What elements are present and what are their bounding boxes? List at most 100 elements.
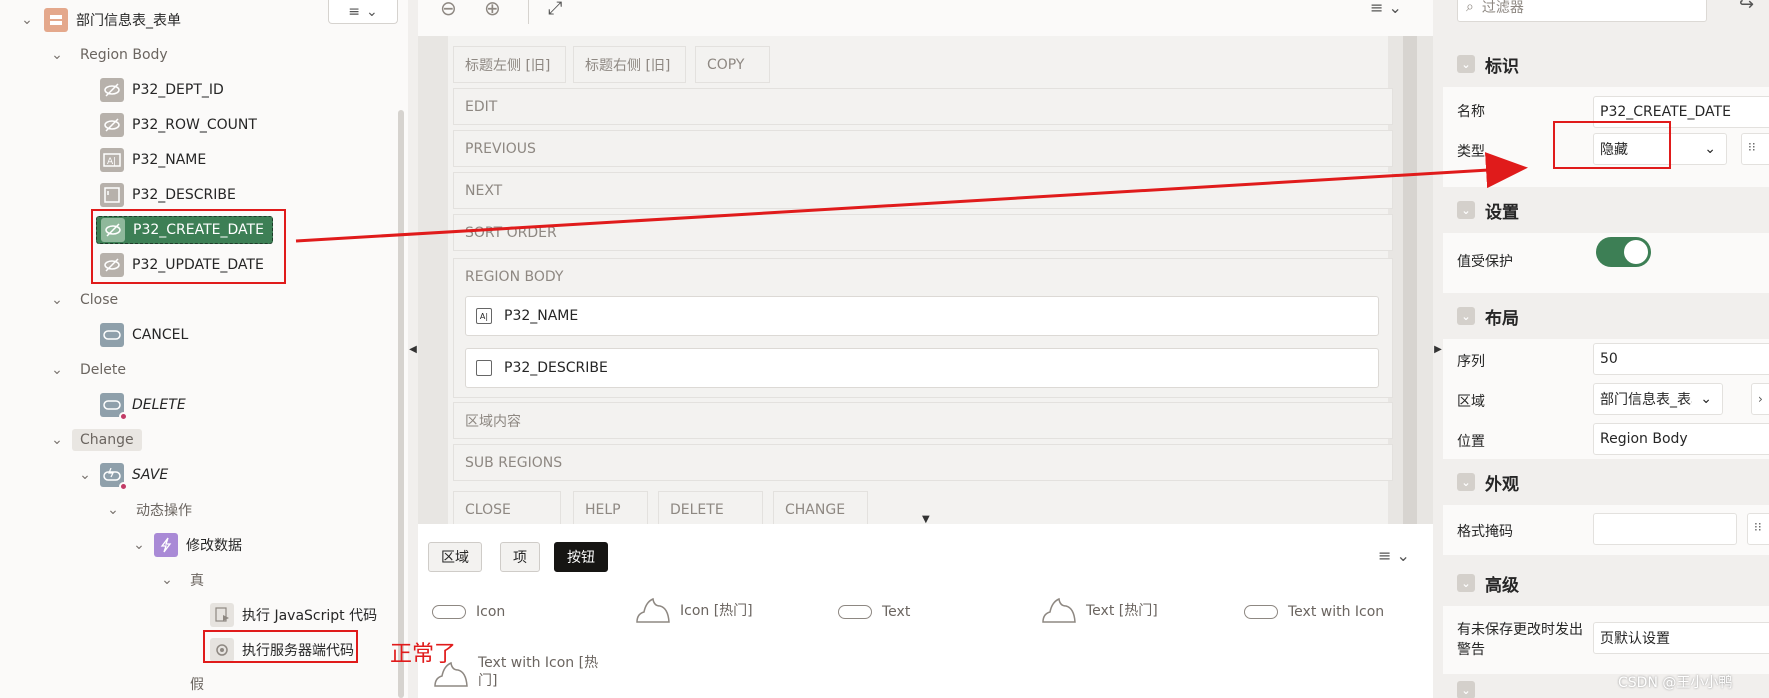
- position-select[interactable]: Region Body: [1593, 423, 1769, 455]
- tree-node-modify-data[interactable]: ⌄ 修改数据: [130, 531, 242, 559]
- tab-items[interactable]: 项: [500, 542, 540, 572]
- right-splitter[interactable]: ▶: [1433, 0, 1443, 698]
- position-next[interactable]: NEXT: [453, 172, 1393, 209]
- tree-item-dept-id[interactable]: P32_DEPT_ID: [100, 76, 224, 104]
- layout-menu-icon[interactable]: ≡ ⌄: [1370, 0, 1402, 17]
- tree-node-close[interactable]: ⌄ Close: [48, 286, 118, 314]
- name-value: P32_CREATE_DATE: [1600, 104, 1731, 120]
- position-edit[interactable]: EDIT: [453, 88, 1393, 125]
- collapse-icon: ⌄: [1457, 574, 1475, 592]
- button-icon: [100, 323, 124, 347]
- section-title: 外观: [1485, 474, 1519, 495]
- collapse-right-icon: ▶: [1434, 343, 1442, 355]
- chip-label: DELETE: [670, 501, 724, 518]
- warn-value: 页默认设置: [1600, 631, 1670, 647]
- text-field-icon: A|: [476, 308, 492, 324]
- tree-close-label: Close: [80, 292, 119, 308]
- section-advanced[interactable]: ⌄ 高级: [1443, 560, 1769, 606]
- chevron-down-icon: ⌄: [161, 572, 173, 588]
- gallery-item-text-hot[interactable]: Text [热门]: [1040, 596, 1158, 624]
- gallery-menu-icon[interactable]: ≡ ⌄: [1378, 546, 1410, 565]
- layout-scrollbar[interactable]: [1403, 36, 1417, 524]
- tree-item-cancel[interactable]: CANCEL: [100, 321, 188, 349]
- tree-true-label: 真: [190, 573, 204, 589]
- chevron-down-icon: ⌄: [107, 502, 119, 518]
- gallery-item-text[interactable]: Text: [838, 604, 910, 620]
- zoom-in-icon[interactable]: ⊕: [484, 0, 501, 20]
- layout-item-name[interactable]: A| P32_NAME: [465, 296, 1379, 336]
- collapse-icon: ⌄: [1457, 201, 1475, 219]
- tree-node-dynamic-actions[interactable]: ⌄ 动态操作: [104, 496, 192, 524]
- format-mask-options-icon[interactable]: ⁝⁝: [1747, 513, 1769, 545]
- gallery-item-label: Text [热门]: [1086, 603, 1158, 619]
- toolbar-divider: [528, 0, 529, 24]
- highlight-box: [203, 630, 358, 663]
- position-close[interactable]: CLOSE: [453, 491, 561, 528]
- chevron-down-icon: ⌄: [133, 537, 145, 553]
- tree-item-row-count[interactable]: P32_ROW_COUNT: [100, 111, 257, 139]
- tab-buttons[interactable]: 按钮: [554, 542, 608, 572]
- position-help[interactable]: HELP: [573, 491, 648, 528]
- layout-toolbar: ⊖ ⊕ ⤢ ≡ ⌄: [418, 0, 1433, 36]
- svg-text:A|: A|: [107, 157, 116, 167]
- tree-node-root[interactable]: ⌄ 部门信息表_表单: [18, 6, 181, 34]
- position-sub-regions[interactable]: SUB REGIONS: [453, 444, 1393, 481]
- section-appearance[interactable]: ⌄ 外观: [1443, 459, 1769, 505]
- tree-item-describe[interactable]: P32_DESCRIBE: [100, 181, 236, 209]
- expand-icon[interactable]: ⤢: [548, 0, 562, 19]
- tree-node-true[interactable]: ⌄ 真: [158, 566, 204, 594]
- region-goto-icon[interactable]: ›: [1751, 383, 1769, 415]
- section-settings[interactable]: ⌄ 设置: [1443, 187, 1769, 233]
- position-previous[interactable]: PREVIOUS: [453, 130, 1393, 167]
- type-options-icon[interactable]: ⁝⁝: [1741, 133, 1769, 165]
- tree-node-region-body[interactable]: ⌄ Region Body: [48, 41, 168, 69]
- tree-item-name[interactable]: A| P32_NAME: [100, 146, 206, 174]
- appearance-body: 格式掩码 ⁝⁝: [1443, 505, 1769, 555]
- warn-select[interactable]: 页默认设置: [1593, 622, 1769, 654]
- watermark: CSDN @王小小鸭: [1618, 675, 1733, 691]
- lightning-icon: [154, 533, 178, 557]
- layout-item-describe[interactable]: P32_DESCRIBE: [465, 348, 1379, 388]
- sequence-field[interactable]: 50: [1593, 343, 1769, 375]
- tree-menu-button[interactable]: ≡ ⌄: [328, 0, 398, 24]
- gallery-item-icon-hot[interactable]: Icon [热门]: [634, 596, 753, 624]
- format-mask-field[interactable]: [1593, 513, 1737, 545]
- position-copy[interactable]: COPY: [695, 46, 770, 83]
- tree-scrollbar[interactable]: [398, 110, 404, 698]
- position-title-left[interactable]: 标题左侧 [旧]: [453, 46, 566, 83]
- value-protected-toggle[interactable]: [1596, 237, 1651, 267]
- position-sort-order[interactable]: SORT ORDER: [453, 214, 1393, 251]
- position-delete[interactable]: DELETE: [658, 491, 763, 528]
- gallery-item-text-with-icon[interactable]: Text with Icon: [1244, 604, 1384, 620]
- tree-item-exec-js[interactable]: 执行 JavaScript 代码: [210, 601, 377, 629]
- tree-node-change[interactable]: ⌄ Change: [48, 426, 142, 454]
- gallery-item-label: Icon: [476, 604, 506, 620]
- type-label: 类型: [1457, 144, 1485, 160]
- position-region-content[interactable]: 区域内容: [453, 402, 1393, 439]
- tab-regions[interactable]: 区域: [428, 542, 482, 572]
- layout-body: 序列 50 区域 部门信息表_表单 ⌄ › 位置 Region Body: [1443, 339, 1769, 459]
- section-layout[interactable]: ⌄ 布局: [1443, 293, 1769, 339]
- section-identification[interactable]: ⌄ 标识: [1443, 41, 1769, 87]
- position-title-right[interactable]: 标题右侧 [旧]: [573, 46, 686, 83]
- position-change[interactable]: CHANGE: [773, 491, 868, 528]
- tree-node-false[interactable]: 假: [190, 670, 204, 698]
- component-tree: ≡ ⌄ ⌄ 部门信息表_表单 ⌄ Region Body P32_DEPT_ID…: [0, 0, 408, 698]
- filter-input[interactable]: ⌕ 过滤器: [1457, 0, 1707, 22]
- layout-item-label: P32_DESCRIBE: [504, 360, 608, 376]
- highlight-box: [91, 209, 286, 284]
- go-to-group-icon[interactable]: ↪: [1739, 0, 1754, 15]
- position-label: REGION BODY: [465, 269, 564, 285]
- gallery-item-text-with-icon-hot[interactable]: Text with Icon [热门]: [432, 654, 608, 690]
- tree-item-delete[interactable]: DELETE: [100, 391, 186, 421]
- tree-node-delete[interactable]: ⌄ Delete: [48, 356, 126, 384]
- region-select[interactable]: 部门信息表_表单 ⌄: [1593, 383, 1723, 415]
- gallery-item-icon[interactable]: Icon: [432, 604, 505, 620]
- left-splitter[interactable]: ◀: [408, 0, 418, 698]
- button-icon: [100, 393, 128, 421]
- position-label: 位置: [1457, 434, 1485, 450]
- position-label: 区域内容: [465, 413, 521, 430]
- tree-item-label: P32_DEPT_ID: [132, 82, 224, 98]
- tree-item-save[interactable]: ⌄ SAVE: [76, 461, 168, 491]
- zoom-out-icon[interactable]: ⊖: [440, 0, 457, 20]
